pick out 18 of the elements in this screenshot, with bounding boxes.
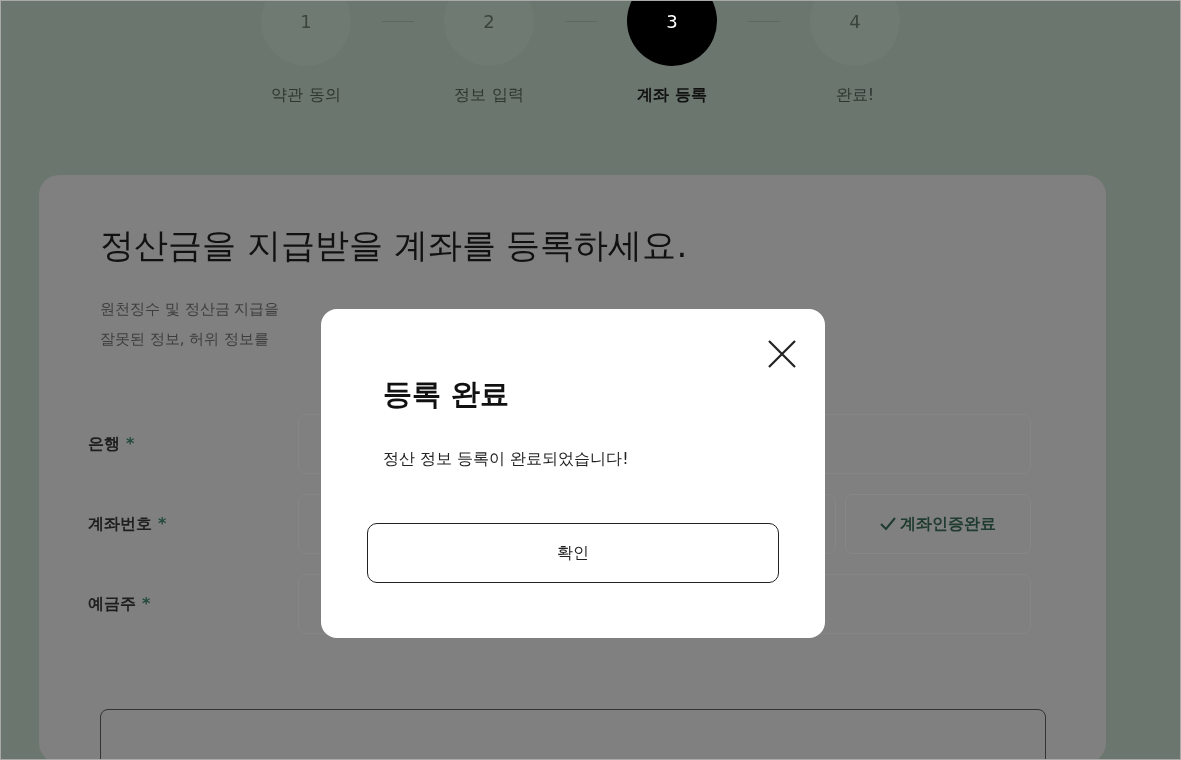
step-label: 완료!: [835, 84, 875, 106]
step-label: 약관 동의: [271, 84, 341, 106]
field-label: 계좌번호: [88, 512, 152, 535]
required-mark: *: [158, 512, 167, 535]
field-label: 예금주: [88, 592, 136, 615]
modal-message: 정산 정보 등록이 완료되었습니다!: [383, 447, 630, 470]
description-text: 잘못된 정보, 허위 정보를: [100, 329, 270, 348]
modal-title: 등록 완료: [383, 376, 511, 413]
close-icon[interactable]: [767, 339, 797, 369]
required-mark: *: [126, 432, 135, 455]
page-heading: 정산금을 지급받을 계좌를 등록하세요.: [100, 225, 689, 266]
step-label: 정보 입력: [454, 84, 524, 106]
step-label: 계좌 등록: [637, 84, 707, 106]
description-text: 원천징수 및 정산금 지급을: [100, 299, 280, 318]
step-circle: 3: [627, 1, 717, 66]
confirm-button[interactable]: 확인: [367, 522, 779, 583]
required-mark: *: [142, 592, 151, 615]
field-label: 은행: [88, 432, 120, 455]
